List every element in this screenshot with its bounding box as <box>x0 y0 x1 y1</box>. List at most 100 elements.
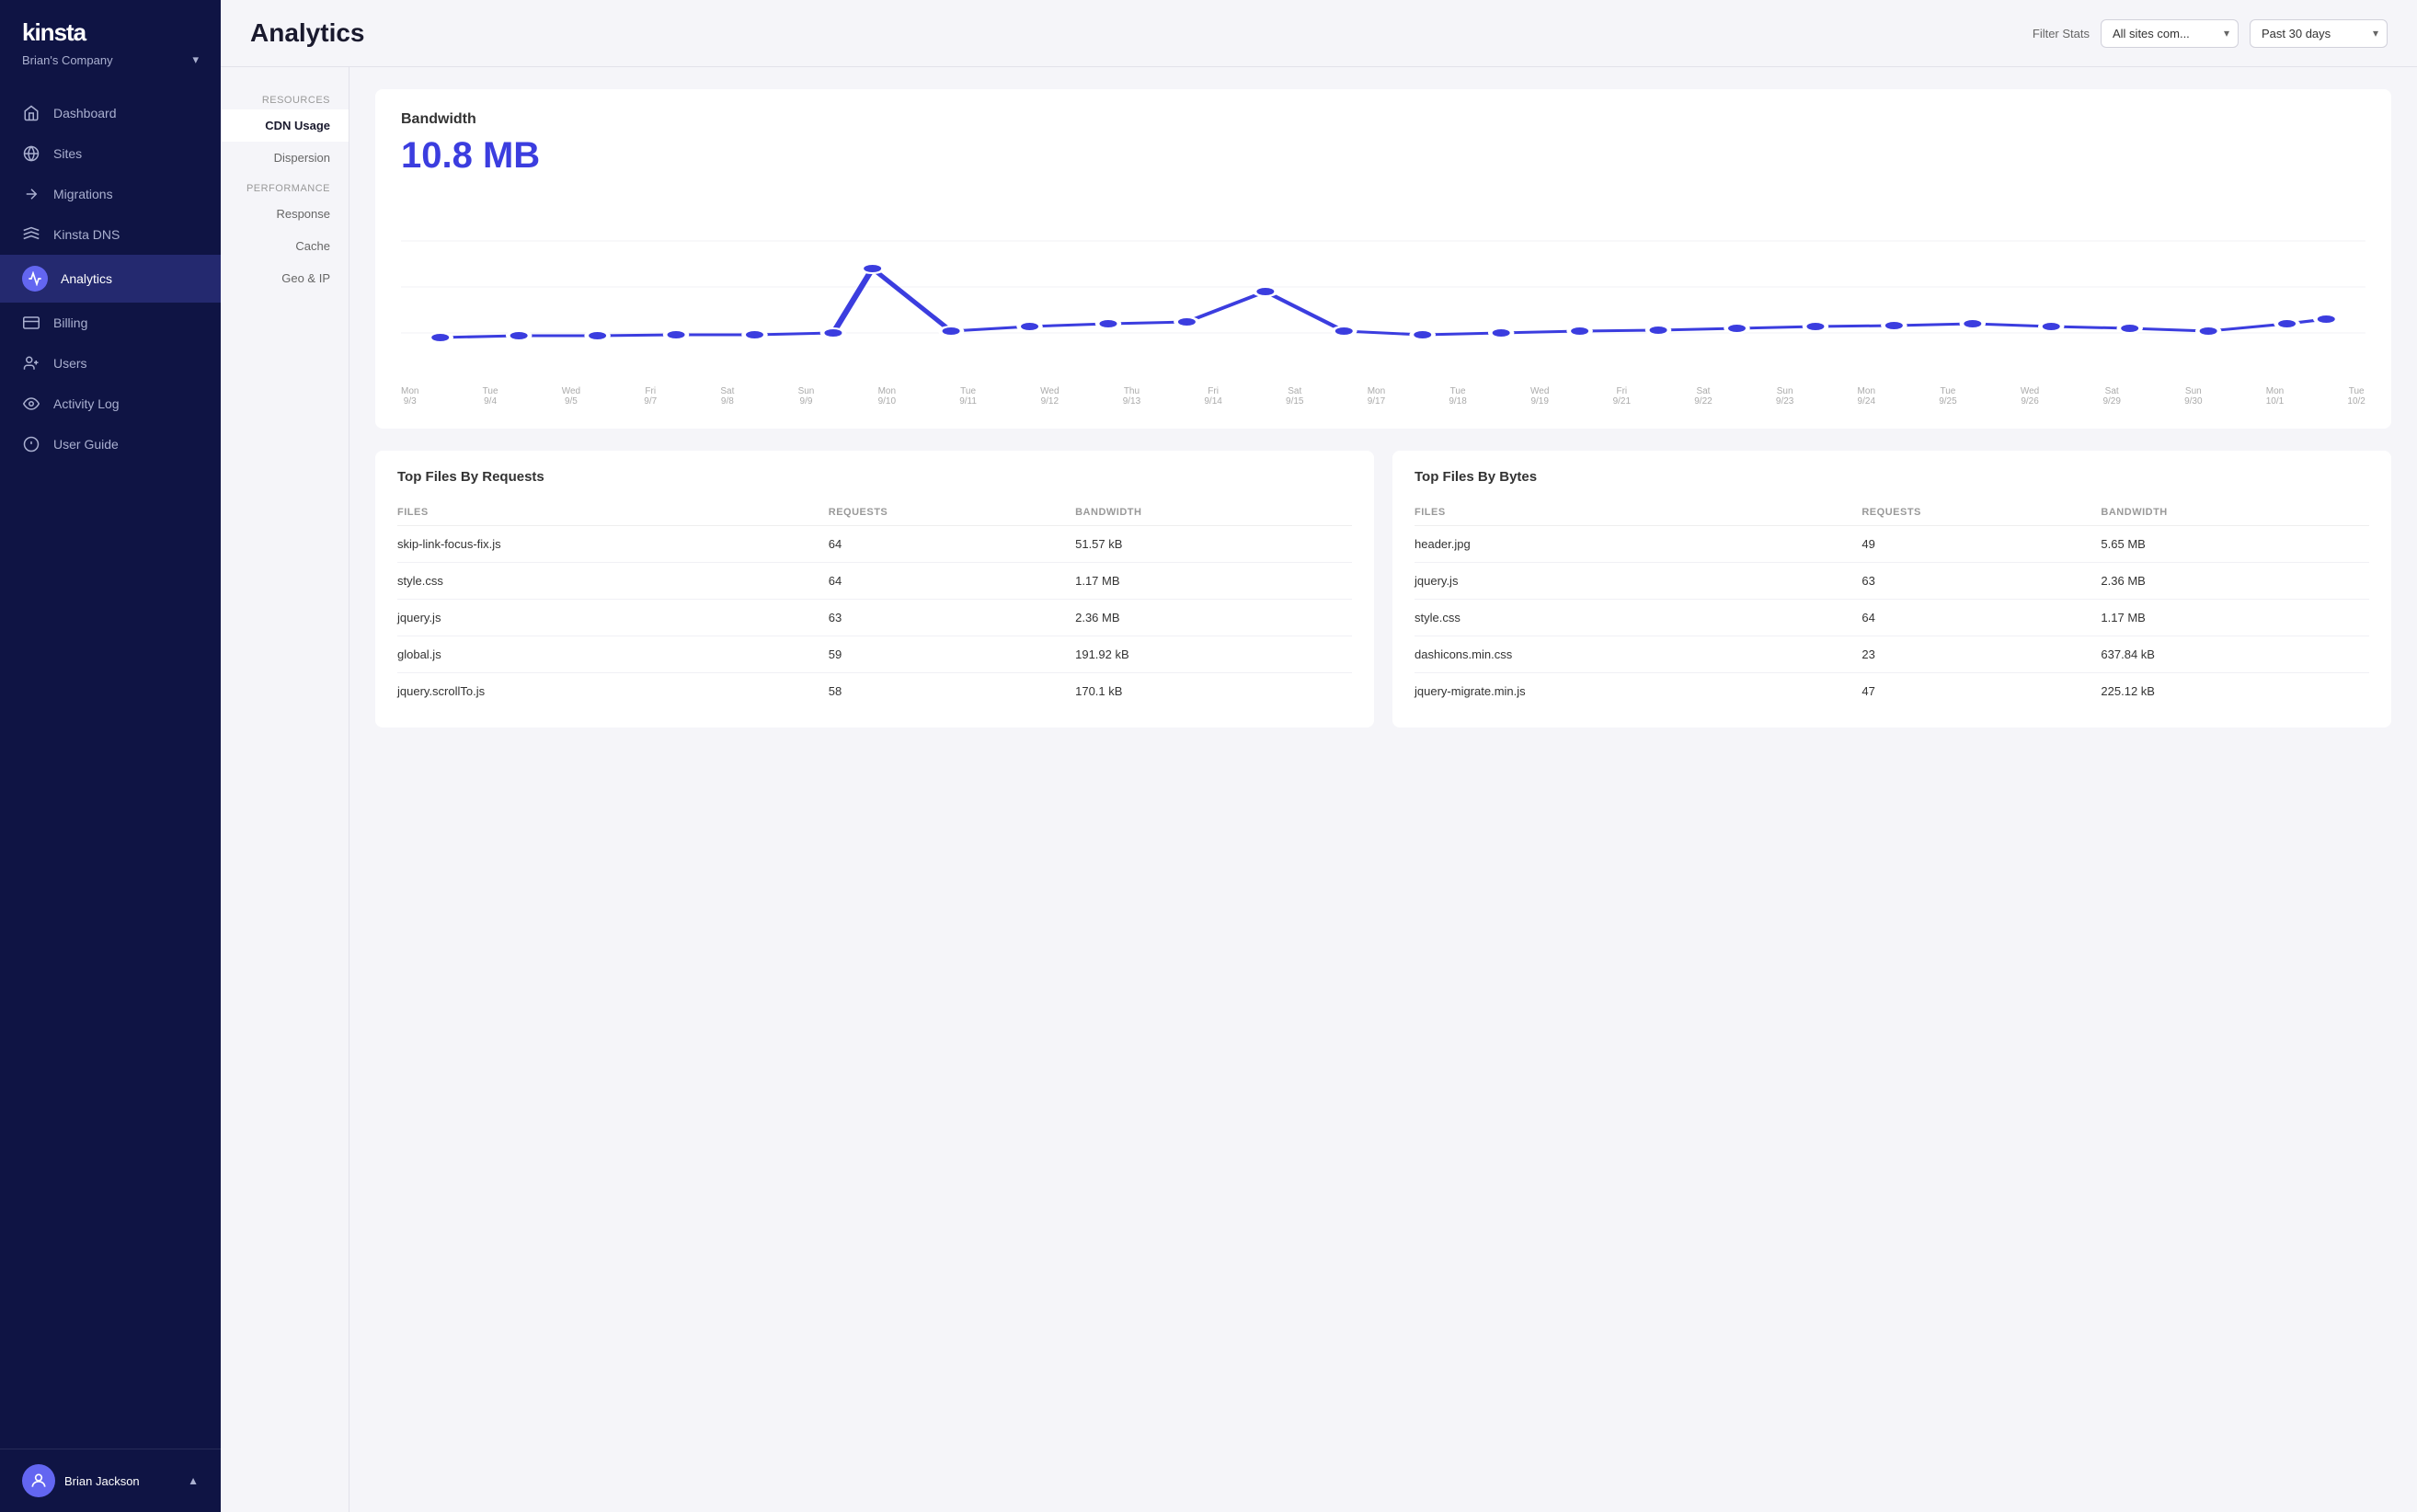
sidebar-logo-area: kinsta Brian's Company ▾ <box>0 0 221 74</box>
bandwidth-value: 5.65 MB <box>2101 526 2369 563</box>
sidebar-item-analytics[interactable]: Analytics <box>0 255 221 303</box>
sidebar-item-label: Analytics <box>61 271 112 286</box>
x-label: Tue9/18 <box>1449 386 1466 407</box>
period-filter-select[interactable]: Past 30 days <box>2250 19 2388 48</box>
bandwidth-value: 2.36 MB <box>1075 600 1352 636</box>
period-filter-wrapper: Past 30 days <box>2250 19 2388 48</box>
page-title: Analytics <box>250 18 365 48</box>
x-label: Tue10/2 <box>2347 386 2365 407</box>
x-label: Thu9/13 <box>1123 386 1140 407</box>
table-row: jquery.js 63 2.36 MB <box>397 600 1352 636</box>
table-row: jquery.scrollTo.js 58 170.1 kB <box>397 673 1352 710</box>
sidebar-item-label: Dashboard <box>53 106 117 120</box>
bandwidth-value: 1.17 MB <box>1075 563 1352 600</box>
bandwidth-value: 191.92 kB <box>1075 636 1352 673</box>
company-selector[interactable]: Brian's Company ▾ <box>22 52 199 67</box>
sidebar-item-billing[interactable]: Billing <box>0 303 221 343</box>
x-label: Wed9/5 <box>562 386 580 407</box>
chevron-down-icon: ▾ <box>192 52 199 67</box>
table-row: header.jpg 49 5.65 MB <box>1415 526 2369 563</box>
sidebar-item-label: Users <box>53 356 87 371</box>
sidebar-nav: Dashboard Sites Migrations <box>0 93 221 1449</box>
filter-label: Filter Stats <box>2033 27 2090 40</box>
sub-nav-item-geo-ip[interactable]: Geo & IP <box>221 262 349 294</box>
sidebar-item-users[interactable]: Users <box>0 343 221 384</box>
file-name: jquery.js <box>1415 563 1861 600</box>
sidebar-item-migrations[interactable]: Migrations <box>0 174 221 214</box>
dns-icon <box>22 225 40 244</box>
x-label: Mon9/24 <box>1858 386 1875 407</box>
sidebar-item-dashboard[interactable]: Dashboard <box>0 93 221 133</box>
file-name: jquery.js <box>397 600 829 636</box>
sub-nav-item-dispersion[interactable]: Dispersion <box>221 142 349 174</box>
x-label: Wed9/26 <box>2021 386 2039 407</box>
x-label: Sat9/29 <box>2102 386 2120 407</box>
file-name: header.jpg <box>1415 526 1861 563</box>
sub-nav-item-response[interactable]: Response <box>221 198 349 230</box>
sidebar-item-label: Billing <box>53 315 87 330</box>
sidebar-item-label: Migrations <box>53 187 113 201</box>
col-header-bandwidth: BANDWIDTH <box>1075 499 1352 526</box>
file-name: style.css <box>397 563 829 600</box>
bandwidth-value: 10.8 MB <box>401 135 2365 177</box>
x-label: Mon9/3 <box>401 386 418 407</box>
file-name: jquery-migrate.min.js <box>1415 673 1861 710</box>
filter-area: Filter Stats All sites com... Past 30 da… <box>2033 19 2388 48</box>
site-filter-wrapper: All sites com... <box>2101 19 2239 48</box>
col-header-requests: REQUESTS <box>1861 499 2101 526</box>
eye-icon <box>22 395 40 413</box>
users-icon <box>22 354 40 372</box>
x-label: Sat9/22 <box>1694 386 1712 407</box>
main-header: Analytics Filter Stats All sites com... … <box>221 0 2417 67</box>
x-label: Wed9/19 <box>1530 386 1549 407</box>
sidebar-item-kinsta-dns[interactable]: Kinsta DNS <box>0 214 221 255</box>
requests-count: 63 <box>829 600 1075 636</box>
sub-nav-item-cdn-usage[interactable]: CDN Usage <box>221 109 349 142</box>
requests-count: 49 <box>1861 526 2101 563</box>
sidebar-item-label: User Guide <box>53 437 119 452</box>
table-row: style.css 64 1.17 MB <box>397 563 1352 600</box>
content-area: Resources CDN Usage Dispersion Performan… <box>221 67 2417 1512</box>
col-header-bandwidth: BANDWIDTH <box>2101 499 2369 526</box>
file-name: skip-link-focus-fix.js <box>397 526 829 563</box>
col-header-requests: REQUESTS <box>829 499 1075 526</box>
bandwidth-value: 51.57 kB <box>1075 526 1352 563</box>
requests-count: 64 <box>829 563 1075 600</box>
sidebar-item-label: Activity Log <box>53 396 120 411</box>
sidebar: kinsta Brian's Company ▾ Dashboard <box>0 0 221 1512</box>
billing-icon <box>22 314 40 332</box>
top-files-requests-table: FILES REQUESTS BANDWIDTH skip-link-focus… <box>397 499 1352 709</box>
site-filter-select[interactable]: All sites com... <box>2101 19 2239 48</box>
chart-x-labels: Mon9/3 Tue9/4 Wed9/5 Fri9/7 Sat9/8 Sun9/… <box>401 386 2365 407</box>
x-label: Fri9/7 <box>644 386 657 407</box>
file-name: dashicons.min.css <box>1415 636 1861 673</box>
table-row: global.js 59 191.92 kB <box>397 636 1352 673</box>
chevron-up-icon: ▲ <box>188 1474 199 1487</box>
x-label: Tue9/4 <box>483 386 498 407</box>
file-name: style.css <box>1415 600 1861 636</box>
sidebar-item-activity-log[interactable]: Activity Log <box>0 384 221 424</box>
sidebar-item-user-guide[interactable]: User Guide <box>0 424 221 464</box>
sidebar-item-sites[interactable]: Sites <box>0 133 221 174</box>
file-name: jquery.scrollTo.js <box>397 673 829 710</box>
bandwidth-value: 170.1 kB <box>1075 673 1352 710</box>
col-header-files: FILES <box>1415 499 1861 526</box>
table-row: style.css 64 1.17 MB <box>1415 600 2369 636</box>
sub-nav-item-cache[interactable]: Cache <box>221 230 349 262</box>
requests-count: 63 <box>1861 563 2101 600</box>
logo: kinsta <box>22 18 199 47</box>
bandwidth-value: 1.17 MB <box>2101 600 2369 636</box>
sidebar-footer: Brian Jackson ▲ <box>0 1449 221 1512</box>
analytics-chart-area: Bandwidth 10.8 MB <box>349 67 2417 1512</box>
x-label: Tue9/25 <box>1939 386 1956 407</box>
top-files-bytes-title: Top Files By Bytes <box>1415 469 2369 485</box>
main-content: Analytics Filter Stats All sites com... … <box>221 0 2417 1512</box>
sidebar-item-label: Kinsta DNS <box>53 227 120 242</box>
migrations-icon <box>22 185 40 203</box>
top-files-bytes-card: Top Files By Bytes FILES REQUESTS BANDWI… <box>1392 451 2391 727</box>
requests-count: 59 <box>829 636 1075 673</box>
company-name: Brian's Company <box>22 53 113 67</box>
table-row: jquery.js 63 2.36 MB <box>1415 563 2369 600</box>
bandwidth-chart-svg <box>401 195 2365 379</box>
chart-icon <box>22 266 48 292</box>
